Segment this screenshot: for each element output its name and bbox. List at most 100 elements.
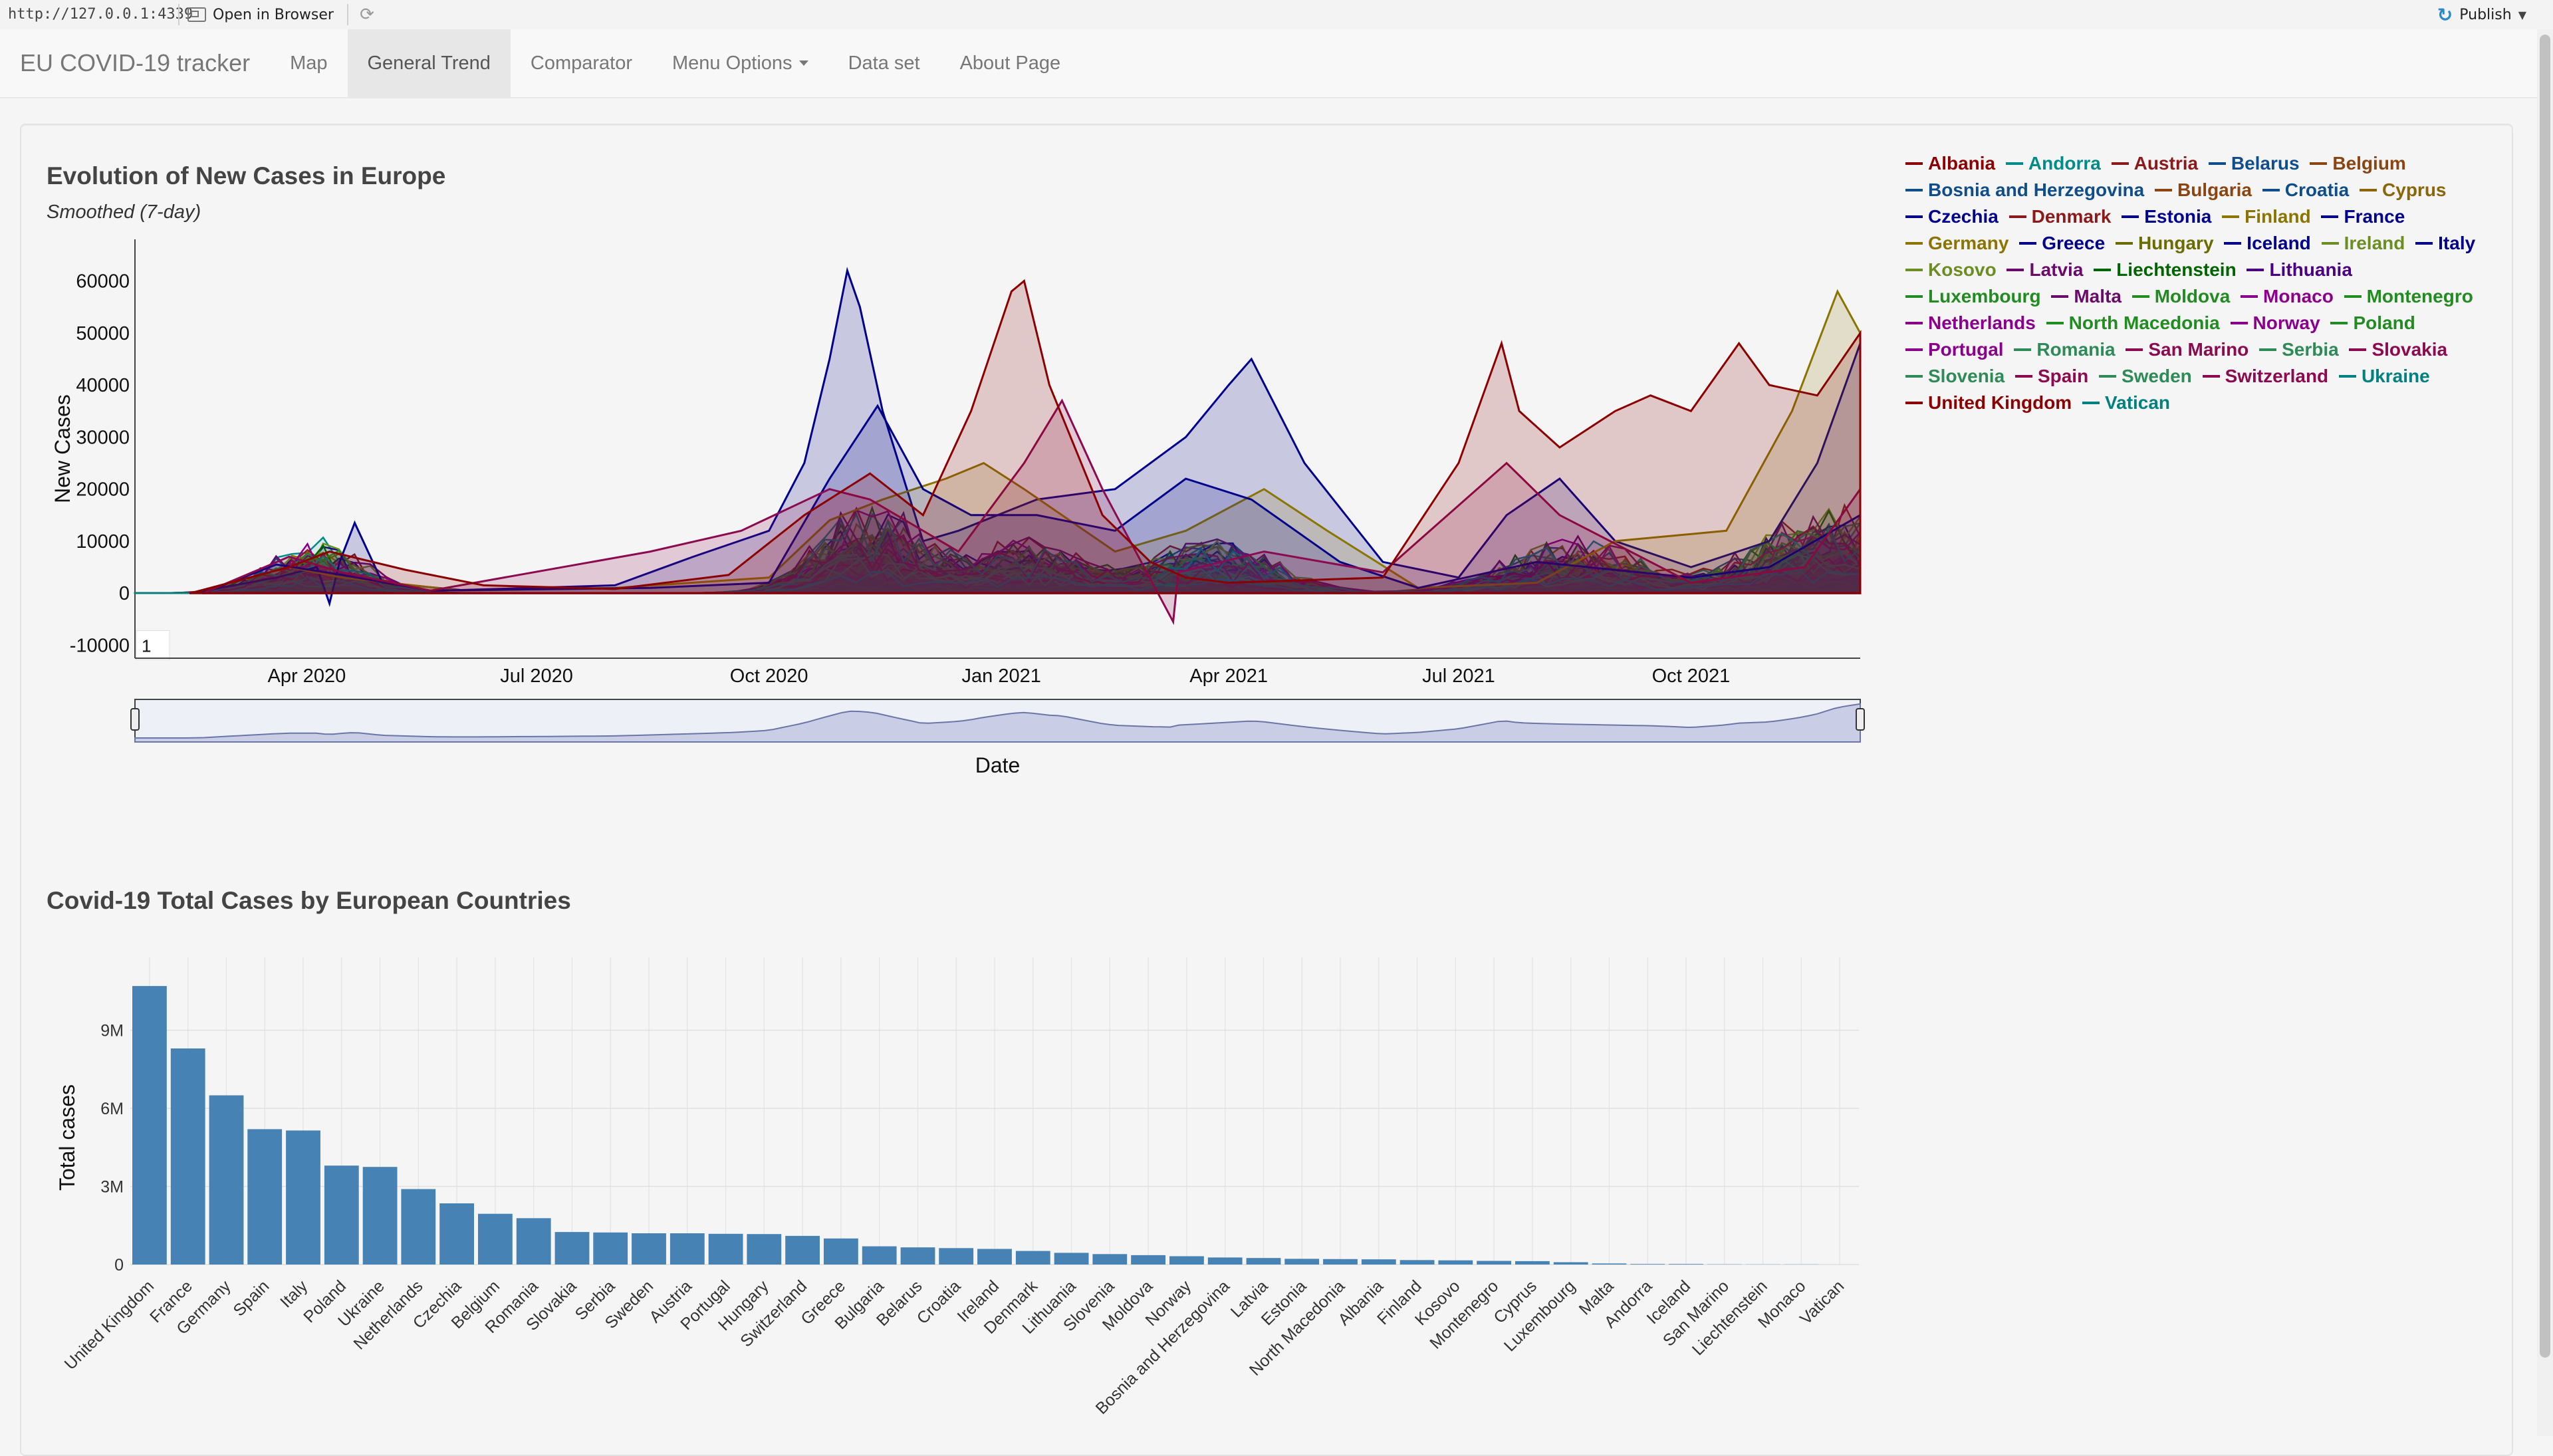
legend-item[interactable]: Ukraine — [2339, 366, 2430, 386]
legend-item[interactable]: Italy — [2415, 233, 2475, 253]
bar-luxembourg[interactable] — [1554, 1263, 1588, 1265]
bar-moldova[interactable] — [1131, 1255, 1165, 1265]
legend-label: Romania — [2036, 339, 2115, 360]
legend-item[interactable]: Kosovo — [1905, 259, 1997, 280]
bar-poland[interactable] — [324, 1165, 359, 1265]
bar-belgium[interactable] — [478, 1214, 513, 1265]
legend-item[interactable]: Finland — [2222, 206, 2311, 227]
legend-item[interactable]: Austria — [2112, 153, 2198, 174]
bar-latvia[interactable] — [1247, 1258, 1281, 1265]
bar-slovakia[interactable] — [555, 1232, 590, 1265]
legend-item[interactable]: Estonia — [2122, 206, 2211, 227]
legend-item[interactable]: Netherlands — [1905, 312, 2036, 333]
legend-item[interactable]: San Marino — [2126, 339, 2249, 360]
bar-united-kingdom[interactable] — [132, 986, 167, 1265]
bar-bulgaria[interactable] — [862, 1247, 897, 1265]
bar-france[interactable] — [171, 1048, 205, 1265]
legend-item[interactable]: Sweden — [2099, 366, 2192, 386]
legend-item[interactable]: Belgium — [2310, 153, 2405, 174]
bar-ireland[interactable] — [977, 1249, 1012, 1265]
bar-albania[interactable] — [1362, 1259, 1396, 1265]
legend-label: Belgium — [2332, 153, 2405, 174]
bar-ukraine[interactable] — [363, 1167, 398, 1265]
bar-serbia[interactable] — [593, 1233, 628, 1265]
bar-czechia[interactable] — [439, 1203, 474, 1265]
bar-finland[interactable] — [1400, 1260, 1435, 1265]
legend-item[interactable]: Montenegro — [2344, 286, 2473, 306]
legend-item[interactable]: Hungary — [2116, 233, 2214, 253]
legend-item[interactable]: Germany — [1905, 233, 2008, 253]
bar-austria[interactable] — [670, 1233, 705, 1265]
legend-item[interactable]: Switzerland — [2203, 366, 2329, 386]
legend-item[interactable]: Spain — [2015, 366, 2088, 386]
legend-item[interactable]: Slovakia — [2349, 339, 2447, 360]
bar-romania[interactable] — [517, 1218, 551, 1265]
bar-germany[interactable] — [209, 1096, 244, 1265]
bar-croatia[interactable] — [939, 1248, 973, 1265]
bar-norway[interactable] — [1169, 1257, 1204, 1265]
bar-greece[interactable] — [824, 1239, 858, 1265]
bar-denmark[interactable] — [1016, 1251, 1050, 1265]
legend-item[interactable]: Norway — [2231, 312, 2320, 333]
legend-item[interactable]: Monaco — [2241, 286, 2334, 306]
legend-item[interactable]: Romania — [2014, 339, 2115, 360]
legend-item[interactable]: Luxembourg — [1905, 286, 2041, 306]
legend-item[interactable]: Lithuania — [2247, 259, 2352, 280]
legend-item[interactable]: Albania — [1905, 153, 1995, 174]
x-tick-label: Oct 2020 — [730, 666, 808, 687]
bar-north-macedonia[interactable] — [1323, 1259, 1358, 1265]
legend-item[interactable]: Croatia — [2262, 180, 2349, 200]
bar-switzerland[interactable] — [785, 1236, 820, 1265]
bar-italy[interactable] — [286, 1130, 320, 1265]
bar-slovenia[interactable] — [1092, 1254, 1127, 1265]
legend-item[interactable]: Iceland — [2224, 233, 2310, 253]
legend-swatch — [2009, 215, 2026, 218]
bar-montenegro[interactable] — [1477, 1261, 1511, 1265]
legend-swatch — [2360, 189, 2377, 191]
legend-item[interactable]: Malta — [2051, 286, 2122, 306]
legend-item[interactable]: Slovenia — [1905, 366, 2005, 386]
legend-item[interactable]: Moldova — [2132, 286, 2231, 306]
total-cases-chart[interactable]: 03M6M9MTotal cases United KingdomFranceG… — [0, 931, 2553, 1436]
bar-portugal[interactable] — [709, 1234, 743, 1265]
legend-swatch — [1905, 295, 1923, 298]
legend-item[interactable]: United Kingdom — [1905, 392, 2072, 413]
range-handle-left[interactable] — [131, 709, 139, 730]
bar-estonia[interactable] — [1284, 1259, 1319, 1265]
legend-item[interactable]: Denmark — [2009, 206, 2112, 227]
legend-item[interactable]: Czechia — [1905, 206, 1999, 227]
legend-item[interactable]: Vatican — [2082, 392, 2170, 413]
legend-item[interactable]: Belarus — [2209, 153, 2300, 174]
legend-label: Netherlands — [1928, 312, 2036, 333]
range-handle-right[interactable] — [1856, 709, 1864, 730]
bar-iceland[interactable] — [1669, 1264, 1703, 1265]
legend-item[interactable]: Andorra — [2006, 153, 2101, 174]
legend-swatch — [1905, 242, 1923, 245]
bar-spain[interactable] — [247, 1129, 282, 1265]
bar-malta[interactable] — [1592, 1263, 1627, 1265]
legend-item[interactable]: France — [2321, 206, 2405, 227]
bar-andorra[interactable] — [1630, 1264, 1665, 1265]
bar-lithuania[interactable] — [1054, 1253, 1089, 1265]
bar-cyprus[interactable] — [1515, 1261, 1550, 1265]
legend-label: Iceland — [2247, 233, 2310, 253]
legend-item[interactable]: Liechtenstein — [2094, 259, 2236, 280]
legend-item[interactable]: Serbia — [2259, 339, 2339, 360]
legend-item[interactable]: Latvia — [2006, 259, 2083, 280]
legend-item[interactable]: Portugal — [1905, 339, 2004, 360]
legend-swatch — [1905, 189, 1923, 191]
legend-swatch — [1905, 162, 1923, 165]
legend-item[interactable]: Ireland — [2322, 233, 2405, 253]
bar-sweden[interactable] — [632, 1233, 666, 1265]
legend-item[interactable]: North Macedonia — [2046, 312, 2220, 333]
legend-item[interactable]: Cyprus — [2360, 180, 2446, 200]
bar-bosnia-and-herzegovina[interactable] — [1208, 1257, 1243, 1265]
bar-netherlands[interactable] — [401, 1189, 435, 1265]
legend-item[interactable]: Bosnia and Herzegovina — [1905, 180, 2144, 200]
bar-hungary[interactable] — [747, 1234, 781, 1265]
bar-belarus[interactable] — [901, 1247, 935, 1265]
legend-item[interactable]: Poland — [2330, 312, 2415, 333]
legend-item[interactable]: Bulgaria — [2155, 180, 2252, 200]
bar-kosovo[interactable] — [1438, 1261, 1473, 1265]
legend-item[interactable]: Greece — [2019, 233, 2105, 253]
